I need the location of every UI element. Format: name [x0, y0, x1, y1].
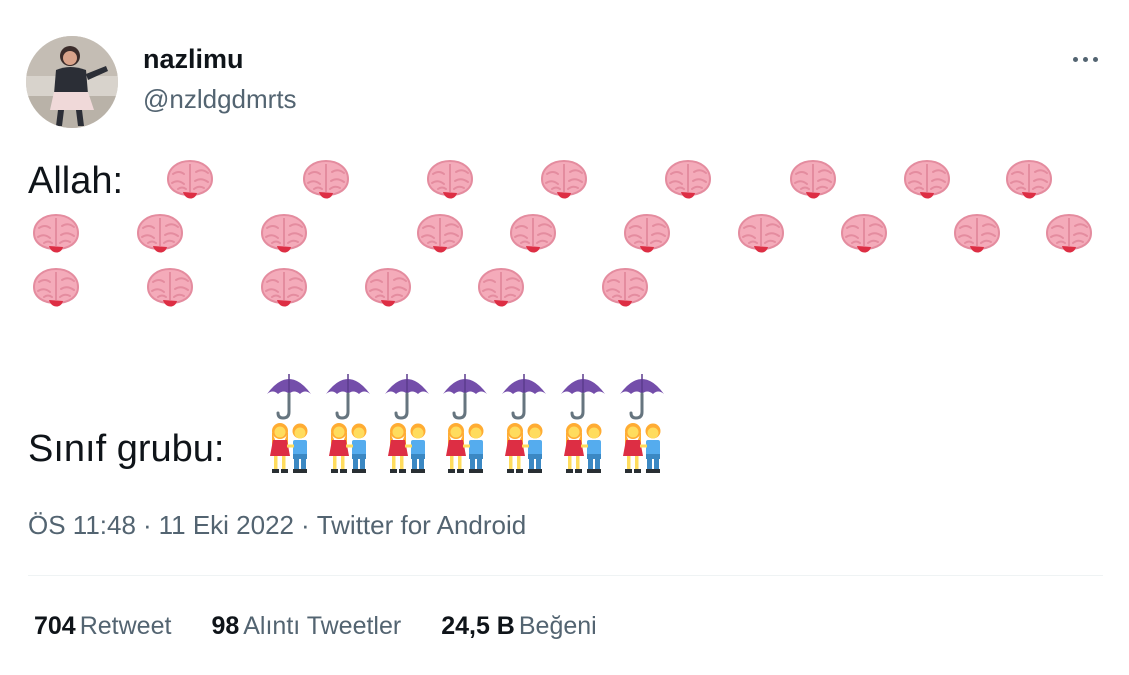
brain-emoji: [300, 158, 352, 204]
brain-emoji: [1043, 212, 1095, 258]
couple-emoji: [266, 422, 314, 474]
tweet-text-line-1-label: Allah:: [28, 160, 124, 202]
couple-emoji: [560, 422, 608, 474]
avatar[interactable]: [26, 36, 118, 128]
meta-separator: ·: [301, 510, 310, 540]
tweet-time[interactable]: ÖS 11:48: [28, 510, 136, 540]
meta-separator: ·: [142, 510, 152, 540]
brain-emoji: [662, 158, 714, 204]
more-dot: [1082, 56, 1088, 62]
umbrella-emoji: [382, 370, 432, 420]
brain-emoji: [30, 212, 82, 258]
retweet-count[interactable]: 704 Retweet: [34, 612, 171, 641]
brain-emoji: [144, 266, 196, 312]
brain-emoji: [164, 158, 216, 204]
brain-emoji: [362, 266, 414, 312]
like-count[interactable]: 24,5 B Beğeni: [441, 612, 597, 641]
brain-emoji: [951, 212, 1003, 258]
couple-emoji: [442, 422, 490, 474]
display-name[interactable]: nazlimu: [143, 44, 244, 75]
brain-emoji: [735, 212, 787, 258]
couple-emoji: [501, 422, 549, 474]
umbrella-emoji: [440, 370, 490, 420]
brain-emoji: [414, 212, 466, 258]
brain-emoji: [621, 212, 673, 258]
couple-emoji: [619, 422, 667, 474]
brain-emoji: [507, 212, 559, 258]
tweet-meta: ÖS 11:48 · 11 Eki 2022 · Twitter for Android: [28, 510, 526, 541]
tweet-date[interactable]: 11 Eki 2022: [159, 510, 294, 540]
tweet-stats: 704 Retweet 98 Alıntı Tweetler 24,5 B Beğen…: [34, 612, 637, 641]
umbrella-emoji: [499, 370, 549, 420]
brain-emoji: [475, 266, 527, 312]
brain-emoji: [258, 212, 310, 258]
tweet-text-line-2-label: Sınıf grubu:: [28, 428, 225, 470]
retweet-count-label: Retweet: [79, 612, 172, 640]
couple-emoji: [325, 422, 373, 474]
brain-emoji: [538, 158, 590, 204]
brain-emoji: [1003, 158, 1055, 204]
user-handle[interactable]: @nzldgdmrts: [143, 84, 297, 115]
brain-emoji: [599, 266, 651, 312]
couple-emoji: [384, 422, 432, 474]
more-dot: [1092, 56, 1098, 62]
brain-emoji: [424, 158, 476, 204]
umbrella-emoji: [558, 370, 608, 420]
brain-emoji: [134, 212, 186, 258]
quote-tweet-count-label: Alıntı Tweetler: [243, 612, 402, 640]
quote-tweet-count[interactable]: 98 Alıntı Tweetler: [211, 612, 401, 641]
tweet-source[interactable]: Twitter for Android: [317, 510, 527, 540]
more-horizontal-icon: [1072, 56, 1078, 62]
umbrella-emoji: [264, 370, 314, 420]
brain-emoji: [30, 266, 82, 312]
divider: [28, 575, 1103, 576]
brain-emoji: [901, 158, 953, 204]
more-options-button[interactable]: [1062, 42, 1108, 76]
brain-emoji: [787, 158, 839, 204]
like-count-value: 24,5 B: [441, 612, 515, 640]
brain-emoji: [838, 212, 890, 258]
umbrella-emoji: [617, 370, 667, 420]
brain-emoji: [258, 266, 310, 312]
like-count-label: Beğeni: [518, 612, 597, 640]
umbrella-emoji: [323, 370, 373, 420]
quote-tweet-count-value: 98: [211, 612, 240, 640]
retweet-count-value: 704: [34, 612, 76, 640]
